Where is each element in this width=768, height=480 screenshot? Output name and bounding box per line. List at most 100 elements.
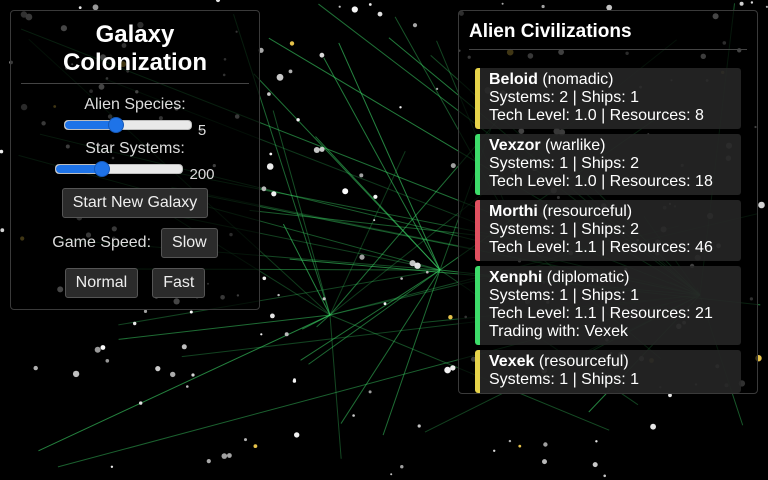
star-system[interactable] (260, 333, 263, 336)
star-system[interactable] (155, 366, 161, 372)
star-system[interactable] (541, 4, 545, 9)
star-system[interactable] (319, 146, 325, 152)
star-system[interactable] (271, 191, 277, 197)
star-system[interactable] (267, 92, 271, 96)
star-system[interactable] (94, 346, 101, 353)
slider-thumb[interactable] (93, 161, 110, 177)
star-system[interactable] (595, 440, 598, 443)
alien-species-slider[interactable] (63, 117, 192, 133)
civ-card[interactable]: Vexek (resourceful) Systems: 1 | Ships: … (475, 350, 741, 393)
star-system[interactable] (417, 424, 421, 428)
civ-stats-line: Systems: 1 | Ships: 1 (489, 287, 639, 304)
star-system[interactable] (450, 365, 456, 371)
star-system[interactable] (244, 438, 247, 442)
star-system[interactable] (739, 1, 744, 6)
civ-stats-line: Tech Level: 1.1 | Resources: 46 (489, 239, 713, 256)
star-systems-slider[interactable] (55, 161, 184, 177)
civ-card[interactable]: Xenphi (diplomatic) Systems: 1 | Ships: … (475, 266, 741, 345)
star-system[interactable] (296, 118, 300, 122)
star-system[interactable] (444, 366, 451, 374)
star-system[interactable] (342, 188, 349, 195)
star-system[interactable] (426, 270, 429, 274)
star-system[interactable] (313, 147, 320, 153)
star-system[interactable] (189, 310, 193, 314)
star-system[interactable] (543, 442, 548, 447)
star-system[interactable] (289, 41, 295, 46)
star-system[interactable] (414, 262, 421, 269)
star-system[interactable] (359, 173, 364, 178)
star-system[interactable] (253, 444, 258, 448)
star-system[interactable] (359, 254, 365, 260)
speed-fast-button[interactable]: Fast (152, 268, 206, 298)
star-system[interactable] (412, 23, 418, 28)
star-system[interactable] (436, 87, 439, 90)
star-system[interactable] (542, 459, 547, 465)
star-system[interactable] (262, 276, 267, 281)
star-system[interactable] (191, 373, 195, 377)
star-system[interactable] (266, 163, 274, 170)
star-system[interactable] (448, 315, 453, 320)
star-system[interactable] (0, 149, 4, 154)
star-system[interactable] (603, 474, 606, 478)
star-system[interactable] (368, 390, 372, 394)
star-system[interactable] (368, 3, 372, 6)
civilization-list[interactable]: Beloid (nomadic) Systems: 2 | Ships: 1 T… (459, 68, 757, 393)
star-system[interactable] (390, 473, 393, 476)
star-system[interactable] (377, 11, 383, 17)
star-system[interactable] (338, 5, 341, 8)
star-system[interactable] (518, 444, 522, 448)
star-system[interactable] (650, 423, 656, 430)
star-system[interactable] (100, 345, 106, 350)
star-system[interactable] (227, 453, 232, 458)
star-system[interactable] (373, 194, 378, 199)
star-system[interactable] (292, 379, 297, 383)
star-system[interactable] (322, 297, 326, 301)
star-system[interactable] (261, 186, 267, 192)
star-system[interactable] (383, 302, 387, 306)
star-system[interactable] (186, 385, 189, 388)
speed-normal-button[interactable]: Normal (64, 268, 139, 298)
star-system[interactable] (215, 0, 221, 3)
star-system[interactable] (206, 459, 211, 464)
star-system[interactable] (294, 432, 300, 438)
civ-card[interactable]: Beloid (nomadic) Systems: 2 | Ships: 1 T… (475, 68, 741, 129)
slider-thumb[interactable] (108, 117, 125, 133)
star-system[interactable] (288, 69, 293, 74)
star-system[interactable] (139, 401, 143, 405)
speed-slow-button[interactable]: Slow (161, 228, 218, 258)
star-system[interactable] (270, 313, 275, 319)
star-system[interactable] (0, 228, 5, 233)
civ-card[interactable]: Morthi (resourceful) Systems: 1 | Ships:… (475, 200, 741, 261)
star-system[interactable] (78, 6, 82, 9)
star-system[interactable] (72, 370, 80, 378)
star-system[interactable] (105, 359, 110, 363)
star-system[interactable] (269, 152, 273, 156)
star-system[interactable] (450, 163, 456, 169)
star-system[interactable] (400, 465, 404, 469)
star-system[interactable] (277, 293, 280, 297)
star-system[interactable] (143, 309, 148, 313)
star-system[interactable] (221, 453, 228, 459)
star-system[interactable] (508, 439, 512, 443)
star-system[interactable] (352, 414, 355, 417)
star-system[interactable] (399, 106, 402, 109)
star-system[interactable] (170, 371, 176, 378)
star-system[interactable] (758, 201, 765, 209)
star-system[interactable] (110, 465, 114, 468)
star-system[interactable] (319, 52, 325, 58)
star-system[interactable] (400, 277, 403, 280)
star-system[interactable] (493, 449, 496, 452)
star-system[interactable] (750, 1, 754, 4)
star-system[interactable] (373, 219, 376, 222)
star-system[interactable] (284, 332, 289, 337)
star-system[interactable] (501, 2, 504, 5)
star-system[interactable] (592, 462, 598, 468)
star-system[interactable] (133, 321, 137, 326)
star-system[interactable] (33, 365, 38, 371)
star-system[interactable] (351, 6, 358, 13)
star-system[interactable] (276, 73, 284, 81)
trade-route-line (118, 314, 331, 340)
star-system[interactable] (181, 344, 187, 350)
civ-card[interactable]: Vexzor (warlike) Systems: 1 | Ships: 2 T… (475, 134, 741, 195)
start-new-galaxy-button[interactable]: Start New Galaxy (61, 188, 209, 218)
